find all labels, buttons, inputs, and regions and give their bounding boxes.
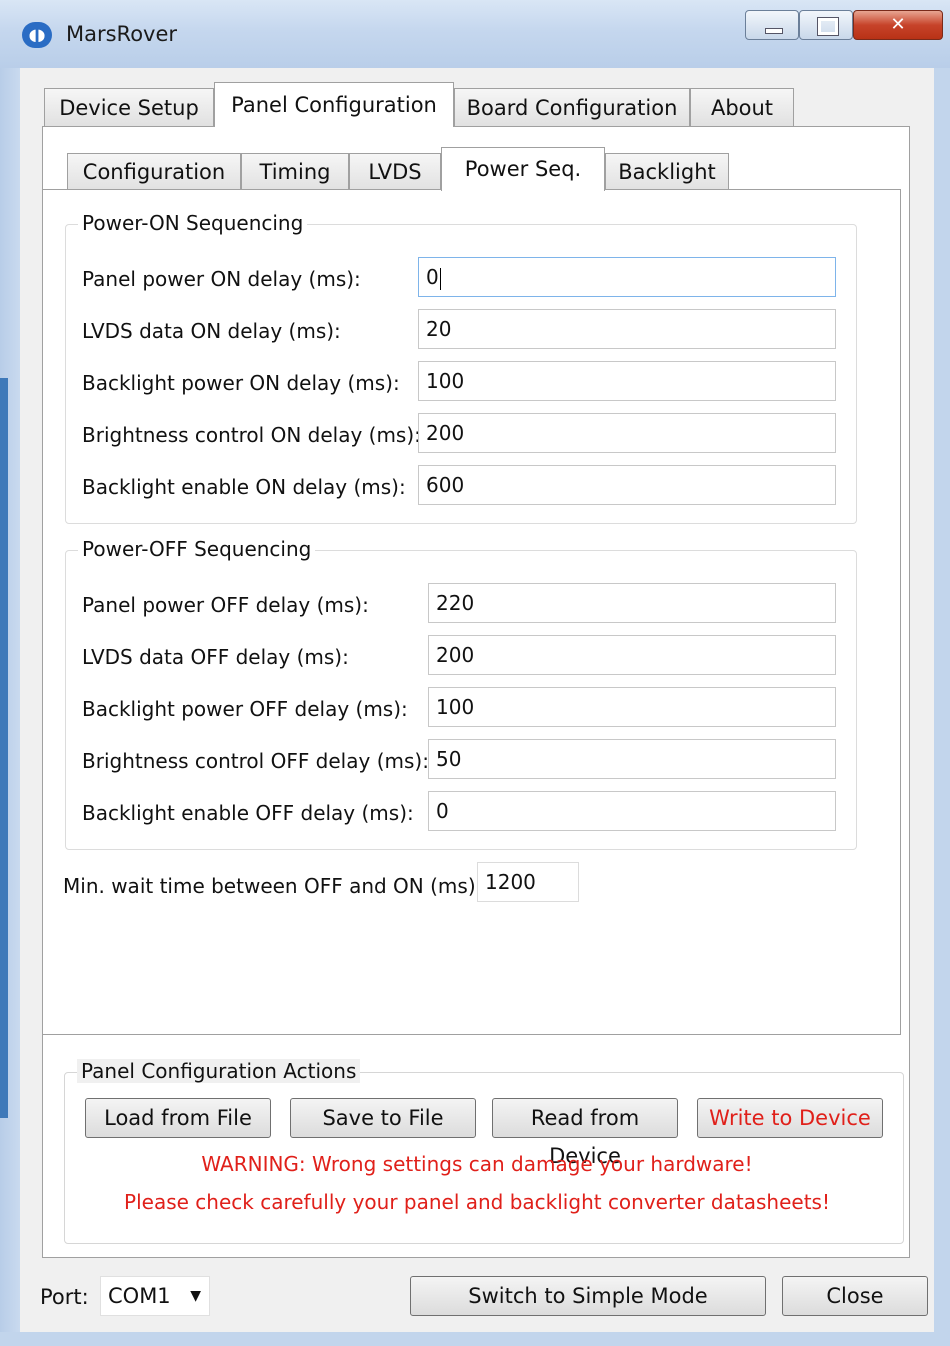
power-off-group: Power-OFF Sequencing Panel power OFF del… <box>65 537 857 850</box>
panel-power-on-delay-field[interactable]: 0 <box>418 257 836 297</box>
backlight-power-off-delay-field[interactable]: 100 <box>428 687 836 727</box>
tab-lvds[interactable]: LVDS <box>349 153 441 190</box>
min-wait-time-field[interactable]: 1200 <box>477 862 579 902</box>
brightness-control-off-delay-field[interactable]: 50 <box>428 739 836 779</box>
window-frame-left <box>0 68 20 1346</box>
brightness-control-off-delay-label: Brightness control OFF delay (ms): <box>82 749 429 773</box>
close-window-button[interactable]: ✕ <box>853 10 943 40</box>
backlight-enable-on-delay-field[interactable]: 600 <box>418 465 836 505</box>
app-logo-icon: ◖◗ <box>22 22 52 48</box>
tab-device-setup[interactable]: Device Setup <box>44 88 214 126</box>
power-seq-pane: Power-ON Sequencing Panel power ON delay… <box>43 189 901 1035</box>
window-title: MarsRover <box>66 22 178 46</box>
save-to-file-button[interactable]: Save to File <box>290 1098 476 1138</box>
lvds-data-off-delay-label: LVDS data OFF delay (ms): <box>82 645 349 669</box>
tab-configuration[interactable]: Configuration <box>67 153 241 190</box>
client-area: Device Setup Panel Configuration Board C… <box>20 68 934 1332</box>
port-select-value: COM1 <box>108 1284 171 1308</box>
tab-backlight[interactable]: Backlight <box>605 153 729 190</box>
backlight-power-off-delay-label: Backlight power OFF delay (ms): <box>82 697 408 721</box>
power-on-group-title: Power-ON Sequencing <box>78 211 308 235</box>
write-to-device-button[interactable]: Write to Device <box>697 1098 883 1138</box>
text-caret <box>439 267 441 290</box>
power-on-group: Power-ON Sequencing Panel power ON delay… <box>65 211 857 524</box>
chevron-down-icon: ▼ <box>190 1288 201 1304</box>
application-window: ◖◗ MarsRover ✕ Device Setup Panel Config… <box>0 0 950 1346</box>
min-wait-time-label: Min. wait time between OFF and ON (ms): <box>63 874 483 898</box>
minimize-icon <box>746 11 798 39</box>
warning-text-2: Please check carefully your panel and ba… <box>124 1190 830 1214</box>
panel-power-on-delay-label: Panel power ON delay (ms): <box>82 267 361 291</box>
read-from-device-button[interactable]: Read from Device <box>492 1098 678 1168</box>
power-off-group-title: Power-OFF Sequencing <box>78 537 316 561</box>
tab-timing[interactable]: Timing <box>241 153 349 190</box>
window-frame-right <box>934 68 950 1346</box>
actions-group-title: Panel Configuration Actions <box>77 1059 361 1083</box>
backlight-power-on-delay-field[interactable]: 100 <box>418 361 836 401</box>
title-bar[interactable]: ◖◗ MarsRover ✕ <box>0 0 950 68</box>
lvds-data-on-delay-field[interactable]: 20 <box>418 309 836 349</box>
lvds-data-on-delay-label: LVDS data ON delay (ms): <box>82 319 341 343</box>
window-frame-bottom <box>0 1332 950 1346</box>
brightness-control-on-delay-field[interactable]: 200 <box>418 413 836 453</box>
port-select[interactable]: COM1 ▼ <box>100 1276 210 1316</box>
panel-power-off-delay-label: Panel power OFF delay (ms): <box>82 593 369 617</box>
lvds-data-off-delay-field[interactable]: 200 <box>428 635 836 675</box>
tab-board-configuration[interactable]: Board Configuration <box>454 88 690 126</box>
warning-text-1: WARNING: Wrong settings can damage your … <box>201 1152 753 1176</box>
maximize-icon <box>800 11 852 39</box>
close-button[interactable]: Close <box>782 1276 928 1316</box>
panel-power-off-delay-field[interactable]: 220 <box>428 583 836 623</box>
backlight-power-on-delay-label: Backlight power ON delay (ms): <box>82 371 400 395</box>
close-icon: ✕ <box>890 14 906 35</box>
minimize-button[interactable] <box>745 10 799 40</box>
brightness-control-on-delay-label: Brightness control ON delay (ms): <box>82 423 421 447</box>
tab-panel-configuration[interactable]: Panel Configuration <box>214 82 454 127</box>
backlight-enable-on-delay-label: Backlight enable ON delay (ms): <box>82 475 406 499</box>
load-from-file-button[interactable]: Load from File <box>85 1098 271 1138</box>
port-label: Port: <box>40 1285 89 1309</box>
switch-to-simple-mode-button[interactable]: Switch to Simple Mode <box>410 1276 766 1316</box>
tab-power-seq[interactable]: Power Seq. <box>441 147 605 191</box>
backlight-enable-off-delay-label: Backlight enable OFF delay (ms): <box>82 801 414 825</box>
backlight-enable-off-delay-field[interactable]: 0 <box>428 791 836 831</box>
panel-power-on-delay-value: 0 <box>426 265 439 289</box>
maximize-button[interactable] <box>799 10 853 40</box>
tab-about[interactable]: About <box>690 88 794 126</box>
